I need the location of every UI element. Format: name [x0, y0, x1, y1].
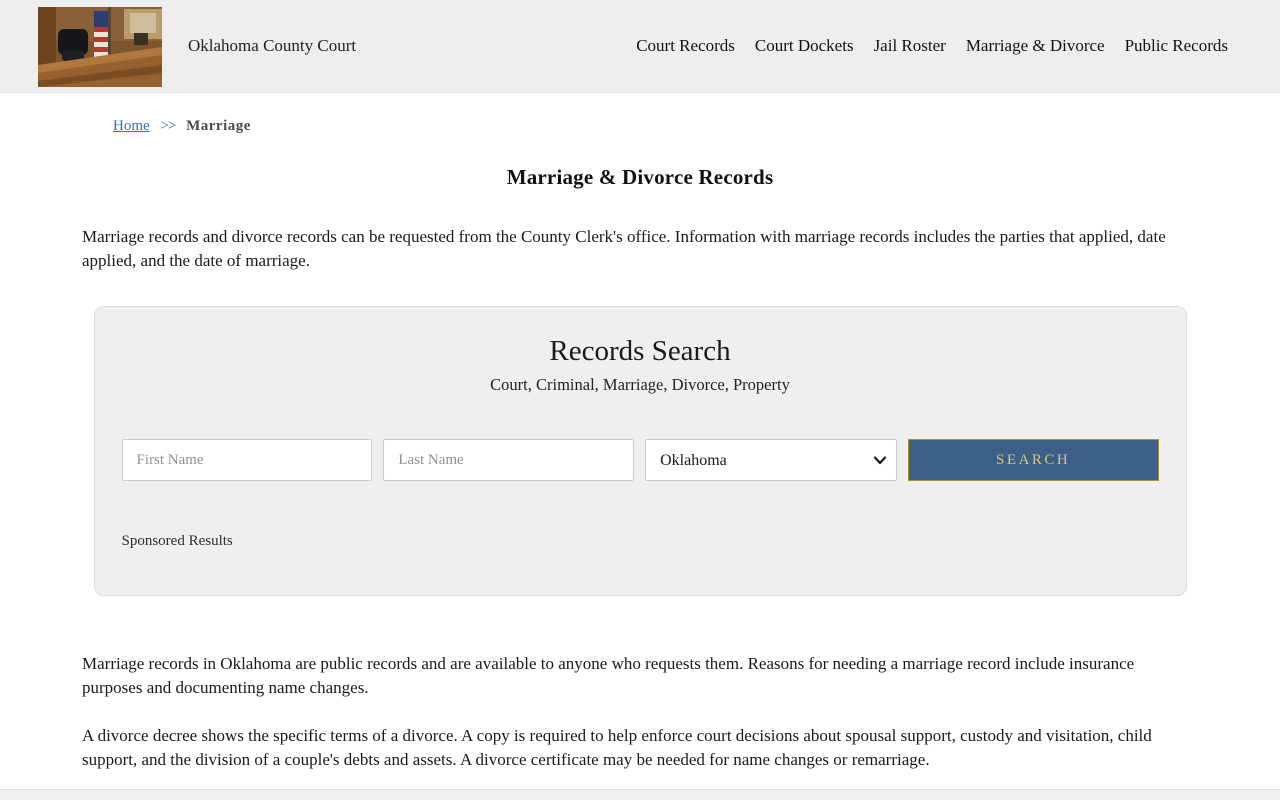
divorce-decree-paragraph: A divorce decree shows the specific term…: [82, 726, 1152, 769]
nav-court-records[interactable]: Court Records: [636, 36, 735, 56]
main-content: Home >> Marriage Marriage & Divorce Reco…: [0, 93, 1280, 789]
nav-jail-roster[interactable]: Jail Roster: [874, 36, 946, 56]
nav-court-dockets[interactable]: Court Dockets: [755, 36, 854, 56]
first-name-input[interactable]: [121, 439, 373, 481]
content-wrapper: Marriage records and divorce records can…: [82, 225, 1198, 273]
records-search-form: Oklahoma SEARCH: [121, 439, 1159, 481]
breadcrumb-separator: >>: [160, 118, 176, 134]
sponsored-results-label: Sponsored Results: [121, 533, 233, 549]
nav-public-records[interactable]: Public Records: [1125, 36, 1228, 56]
footer-bar: [0, 789, 1280, 800]
page-title: Marriage & Divorce Records: [506, 165, 774, 189]
last-name-input[interactable]: [383, 439, 635, 481]
nav-marriage-divorce[interactable]: Marriage & Divorce: [966, 36, 1105, 56]
state-select-wrapper: Oklahoma: [645, 439, 897, 481]
page-root: Oklahoma County Court Court Records Cour…: [0, 0, 1280, 800]
breadcrumb: Home >> Marriage: [113, 118, 1280, 135]
content-wrapper-lower: Marriage records in Oklahoma are public …: [82, 652, 1198, 772]
records-search-title: Records Search: [549, 335, 731, 367]
state-select[interactable]: Oklahoma: [645, 439, 897, 481]
breadcrumb-current: Marriage: [186, 118, 251, 134]
site-header: Oklahoma County Court Court Records Cour…: [0, 0, 1280, 93]
public-records-paragraph: Marriage records in Oklahoma are public …: [82, 654, 1135, 697]
site-title: Oklahoma County Court: [188, 36, 357, 55]
main-nav: Court Records Court Dockets Jail Roster …: [636, 36, 1228, 56]
records-search-panel: Records Search Court, Criminal, Marriage…: [93, 306, 1187, 596]
records-search-subtitle: Court, Criminal, Marriage, Divorce, Prop…: [490, 375, 790, 394]
search-button[interactable]: SEARCH: [907, 439, 1159, 481]
breadcrumb-home-link[interactable]: Home: [113, 118, 150, 134]
courtroom-logo-image: [38, 7, 162, 87]
intro-paragraph: Marriage records and divorce records can…: [82, 227, 1166, 270]
